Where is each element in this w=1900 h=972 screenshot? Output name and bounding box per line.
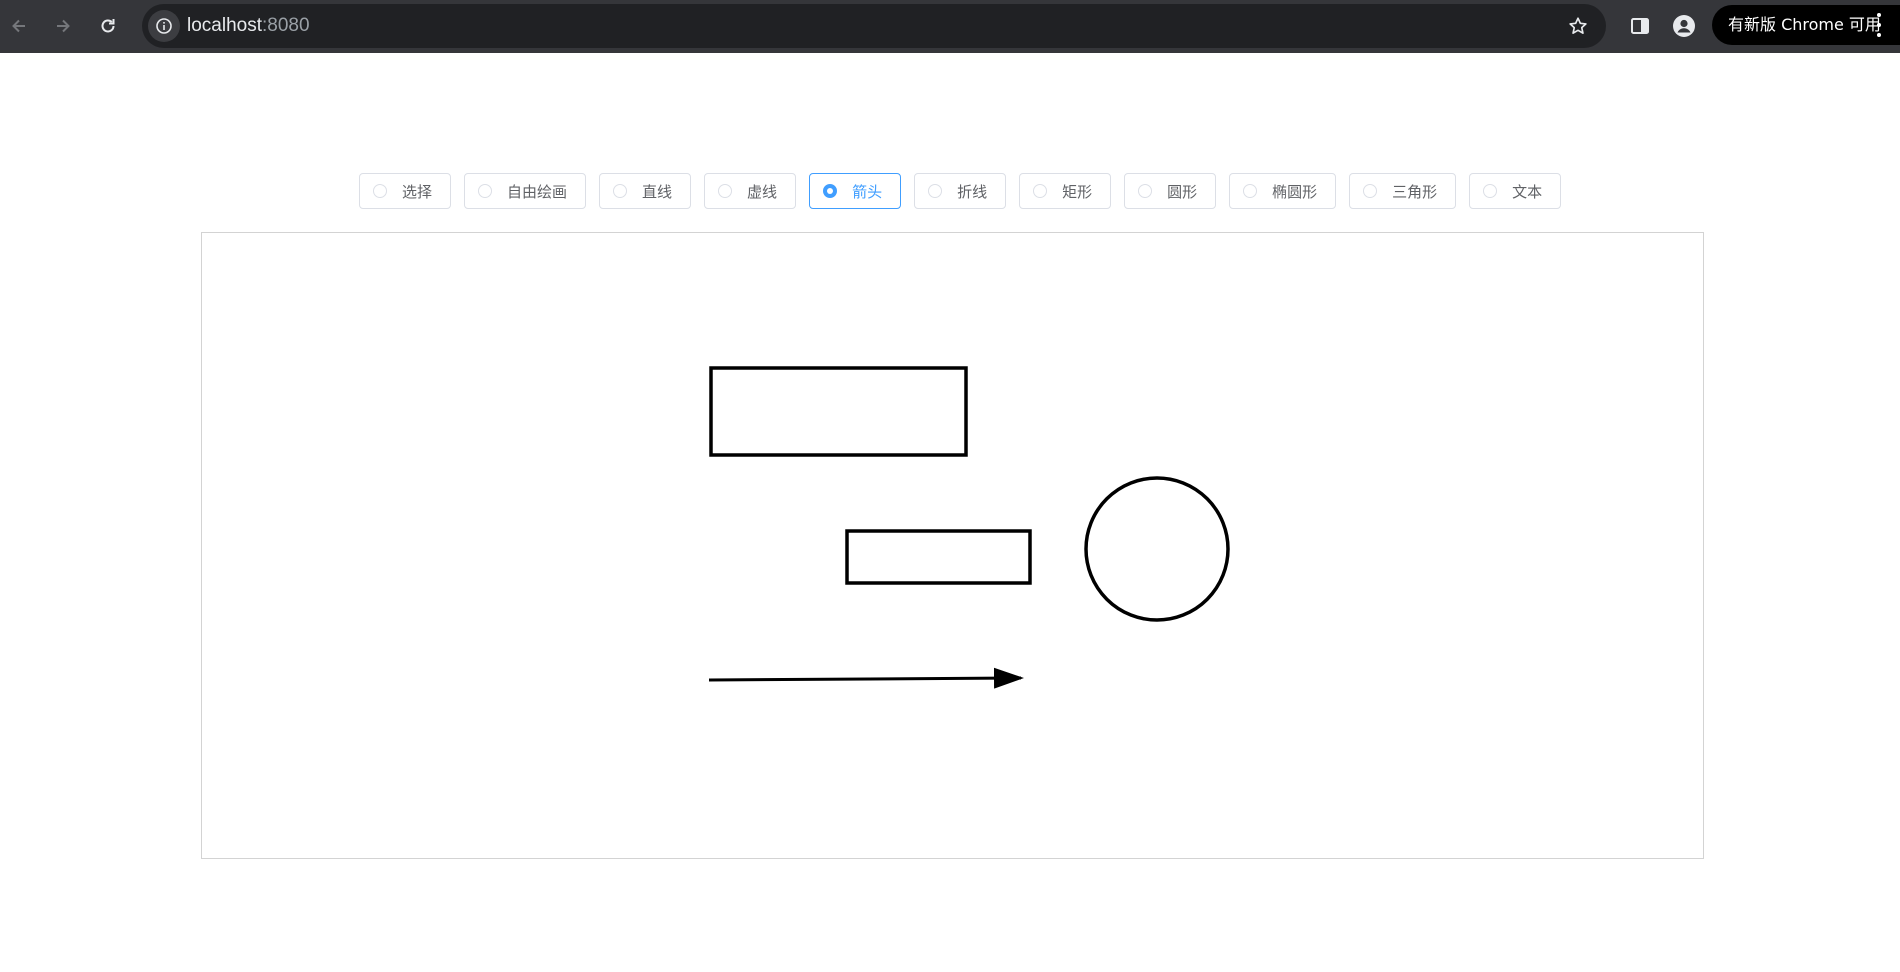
drawing-tool-group: 选择 自由绘画 直线 虚线 箭头 折线 矩形 圆形 椭圆形 三角形 文本 — [359, 173, 1562, 209]
tool-radio-6[interactable]: 矩形 — [1019, 173, 1112, 209]
tool-radio-3[interactable]: 虚线 — [704, 173, 797, 209]
tool-label: 直线 — [642, 182, 673, 201]
back-button[interactable] — [3, 10, 35, 42]
circle-shape[interactable] — [1084, 476, 1230, 622]
side-panel-icon — [1631, 18, 1649, 34]
side-panel-button[interactable] — [1626, 12, 1654, 40]
profile-button[interactable] — [1670, 12, 1698, 40]
radio-indicator-icon[interactable] — [1363, 184, 1378, 198]
tool-radio-4[interactable]: 箭头 — [809, 173, 902, 209]
tool-radio-7[interactable]: 圆形 — [1124, 173, 1217, 209]
tool-label: 自由绘画 — [507, 182, 568, 201]
chrome-update-chip[interactable]: 有新版 Chrome 可用 — [1712, 5, 1900, 45]
url-port: :8080 — [262, 15, 310, 36]
radio-indicator-icon[interactable] — [1483, 184, 1498, 198]
tool-radio-2[interactable]: 直线 — [599, 173, 692, 209]
tool-radio-0[interactable]: 选择 — [359, 173, 452, 209]
browser-toolbar: localhost:8080 有新版 Chrome 可用 — [0, 0, 1900, 53]
drawing-canvas[interactable] — [201, 232, 1704, 859]
tool-label: 折线 — [957, 182, 988, 201]
radio-indicator-icon[interactable] — [928, 184, 943, 198]
tool-radio-5[interactable]: 折线 — [914, 173, 1007, 209]
canvas-svg — [708, 366, 1230, 689]
tool-label: 圆形 — [1167, 182, 1198, 201]
radio-indicator-icon[interactable] — [478, 184, 493, 198]
tool-label: 选择 — [402, 182, 433, 201]
reload-icon — [101, 19, 115, 33]
arrow-right-icon — [57, 19, 70, 33]
radio-indicator-icon[interactable] — [1243, 184, 1258, 198]
bookmark-button[interactable] — [1566, 14, 1590, 38]
tool-label: 箭头 — [852, 182, 883, 201]
tool-radio-1[interactable]: 自由绘画 — [464, 173, 587, 209]
radio-indicator-icon[interactable] — [718, 184, 733, 198]
url-host: localhost — [187, 15, 262, 36]
rectangle-shape-1[interactable] — [709, 366, 968, 457]
radio-indicator-icon[interactable] — [1033, 184, 1048, 198]
reload-button[interactable] — [92, 10, 124, 42]
arrow-left-icon — [12, 19, 25, 33]
forward-button[interactable] — [47, 10, 79, 42]
radio-indicator-icon[interactable] — [373, 184, 387, 198]
tool-radio-10[interactable]: 文本 — [1469, 173, 1562, 209]
radio-indicator-icon[interactable] — [613, 184, 628, 198]
tool-radio-8[interactable]: 椭圆形 — [1229, 173, 1337, 209]
url-text[interactable]: localhost:8080 — [187, 4, 310, 48]
tool-label: 矩形 — [1062, 182, 1093, 201]
tool-label: 虚线 — [747, 182, 778, 201]
tool-label: 椭圆形 — [1272, 182, 1318, 201]
tool-label: 文本 — [1512, 182, 1543, 201]
kebab-menu-icon[interactable] — [1875, 13, 1883, 37]
site-info-button[interactable] — [148, 10, 180, 42]
rectangle-shape-2[interactable] — [845, 529, 1032, 585]
person-icon — [1673, 15, 1695, 37]
radio-indicator-icon[interactable] — [1138, 184, 1153, 198]
address-bar[interactable]: localhost:8080 — [142, 4, 1606, 48]
tool-radio-9[interactable]: 三角形 — [1349, 173, 1457, 209]
info-icon — [156, 18, 172, 34]
star-icon — [1569, 17, 1587, 34]
tool-label: 三角形 — [1392, 182, 1438, 201]
arrow-shape[interactable] — [708, 667, 1024, 689]
radio-indicator-icon[interactable] — [823, 184, 838, 198]
